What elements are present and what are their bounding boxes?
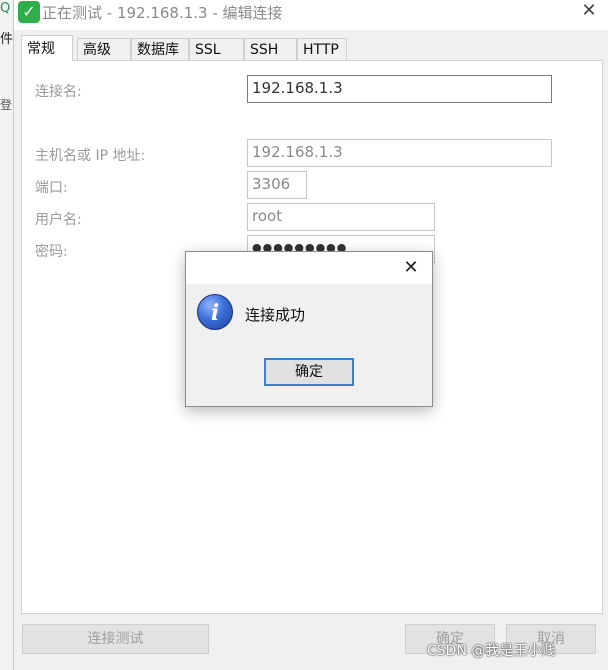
host-input[interactable]: 192.168.1.3 [247,139,552,167]
message-ok-button[interactable]: 确定 [264,358,354,386]
tab-ssh[interactable]: SSH [244,38,297,60]
host-label: 主机名或 IP 地址: [35,148,146,164]
message-box-close-icon[interactable]: ✕ [398,255,424,281]
tab-http[interactable]: HTTP [297,38,347,60]
port-input[interactable]: 3306 [247,171,307,199]
navicat-logo-icon: ✓ [18,1,40,23]
message-box: ✕ i 连接成功 确定 [185,251,433,407]
tab-ssl[interactable]: SSL [189,38,244,60]
tab-database[interactable]: 数据库 [131,38,189,60]
watermark: CSDN @我是王小贱 [427,643,556,659]
info-icon: i [197,294,233,330]
connection-name-input[interactable]: 192.168.1.3 [247,75,552,103]
password-label: 密码: [35,244,68,260]
background-app-icon: Q [0,1,11,16]
dialog-title: 正在测试 - 192.168.1.3 - 编辑连接 [42,4,283,22]
username-label: 用户名: [35,212,82,228]
tab-advanced[interactable]: 高级 [77,38,131,60]
connection-name-label: 连接名: [35,84,82,100]
port-label: 端口: [35,180,68,196]
message-box-titlebar: ✕ [186,252,432,284]
background-menu-item[interactable]: 件 [0,28,13,47]
test-connection-button[interactable]: 连接测试 [22,624,209,654]
close-icon[interactable]: ✕ [574,0,604,24]
message-text: 连接成功 [245,306,306,324]
username-input[interactable]: root [247,203,435,231]
tab-general[interactable]: 常规 [21,35,73,61]
dialog-titlebar: ✓ 正在测试 - 192.168.1.3 - 编辑连接 ✕ [14,0,608,30]
